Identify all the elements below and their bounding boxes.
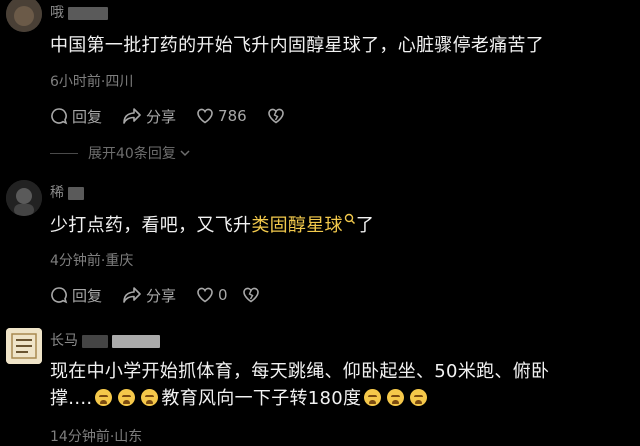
comment-actions: 回复 分享 0 xyxy=(50,283,284,307)
comment-text: 现在中小学开始抓体育，每天跳绳、仰卧起坐、50米跑、俯卧 撑.... 教育风向一下… xyxy=(50,361,550,409)
username[interactable]: 哦 xyxy=(50,2,108,22)
search-keyword-link[interactable]: 类固醇星球 xyxy=(251,213,356,236)
like-count: 0 xyxy=(218,286,228,304)
share-button[interactable]: 分享 xyxy=(122,106,176,127)
heart-icon xyxy=(197,108,213,124)
comment-text: 少打点药，看吧，又飞升类固醇星球了 xyxy=(50,213,375,236)
avatar[interactable] xyxy=(6,0,42,32)
crying-face-emoji xyxy=(387,389,405,406)
like-button[interactable]: 786 xyxy=(196,107,247,125)
comment-bubble-icon xyxy=(51,108,68,125)
comment-bubble-icon xyxy=(51,287,68,304)
username[interactable]: 长马 xyxy=(50,330,160,350)
comment-meta: 14分钟前·山东 xyxy=(50,429,143,445)
comment-meta: 6小时前·四川 xyxy=(50,74,134,90)
share-button[interactable]: 分享 xyxy=(122,285,176,306)
crying-face-emoji xyxy=(364,389,382,406)
crying-face-emoji xyxy=(118,389,136,406)
crying-face-emoji xyxy=(95,389,113,406)
comment-item: 稀 少打点药，看吧，又飞升类固醇星球了 4分钟前·重庆 回复 分享 0 xyxy=(0,170,640,315)
chevron-down-icon xyxy=(180,150,190,157)
username[interactable]: 稀 xyxy=(50,182,84,202)
dislike-button[interactable] xyxy=(242,286,264,304)
avatar[interactable] xyxy=(6,180,42,216)
reply-button[interactable]: 回复 xyxy=(50,285,102,306)
like-count: 786 xyxy=(218,107,247,125)
dislike-button[interactable] xyxy=(267,107,289,125)
comment-text: 中国第一批打药的开始飞升内固醇星球了，心脏骤停老痛苦了 xyxy=(50,35,545,56)
comment-item: 长马 现在中小学开始抓体育，每天跳绳、仰卧起坐、50米跑、俯卧 撑.... 教育风… xyxy=(0,318,640,445)
comment-meta: 4分钟前·重庆 xyxy=(50,253,134,269)
share-arrow-icon xyxy=(123,108,141,124)
broken-heart-icon xyxy=(267,108,284,124)
search-icon xyxy=(344,213,355,224)
broken-heart-icon xyxy=(242,287,259,303)
expand-replies-button[interactable]: 展开40条回复 xyxy=(50,143,192,163)
comment-actions: 回复 分享 786 xyxy=(50,104,309,128)
avatar[interactable] xyxy=(6,328,42,364)
crying-face-emoji xyxy=(141,389,159,406)
share-arrow-icon xyxy=(123,287,141,303)
comment-item: 哦 中国第一批打药的开始飞升内固醇星球了，心脏骤停老痛苦了 6小时前·四川 回复… xyxy=(0,0,640,170)
reply-button[interactable]: 回复 xyxy=(50,106,102,127)
like-button[interactable]: 0 xyxy=(196,286,228,304)
crying-face-emoji xyxy=(410,389,428,406)
divider xyxy=(50,152,78,154)
heart-icon xyxy=(197,287,213,303)
